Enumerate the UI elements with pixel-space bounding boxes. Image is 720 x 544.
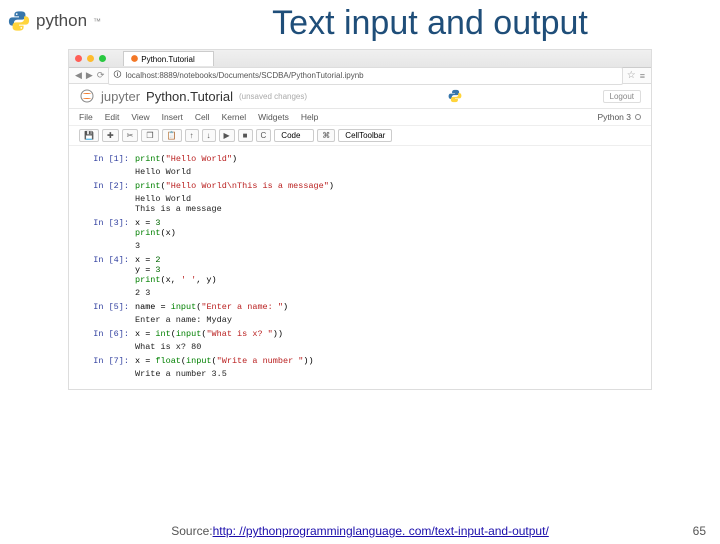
bookmark-icon[interactable]: ☆ (627, 70, 636, 81)
code-input[interactable]: x = 3print(x) (135, 218, 641, 238)
code-cell[interactable]: In [4]:x = 2y = 3print(x, ' ', y) (79, 255, 641, 285)
slide-title: Text input and output (140, 4, 720, 43)
kernel-name: Python 3 (597, 112, 631, 122)
browser-addressbar: ◀ ▶ ⟳ 🛈 localhost:8889/notebooks/Documen… (69, 68, 651, 84)
menu-icon[interactable]: ≡ (640, 71, 645, 81)
output-block: .3 (79, 241, 641, 251)
address-input[interactable]: 🛈 localhost:8889/notebooks/Documents/SCD… (108, 67, 622, 85)
max-dot[interactable] (99, 55, 106, 62)
output-text: Write a number 3.5 (135, 369, 641, 379)
menu-help[interactable]: Help (301, 112, 318, 122)
source-footer: Source: http: //pythonprogramminglanguag… (0, 524, 720, 538)
output-block: .What is x? 80 (79, 342, 641, 352)
min-dot[interactable] (87, 55, 94, 62)
in-prompt: In [1]: (79, 154, 135, 164)
copy-button[interactable]: ❐ (141, 129, 158, 142)
in-prompt: In [7]: (79, 356, 135, 366)
close-dot[interactable] (75, 55, 82, 62)
in-prompt: In [6]: (79, 329, 135, 339)
run-button[interactable]: ▶ (219, 129, 235, 142)
code-input[interactable]: x = int(input("What is x? ")) (135, 329, 641, 339)
address-text: localhost:8889/notebooks/Documents/SCDBA… (126, 71, 364, 80)
jupyter-menubar: File Edit View Insert Cell Kernel Widget… (69, 109, 651, 126)
output-text: Hello World (135, 167, 641, 177)
stop-button[interactable]: ■ (238, 129, 253, 142)
kernel-status-icon (635, 114, 641, 120)
python-logo: python™ (8, 10, 101, 32)
code-input[interactable]: x = float(input("Write a number ")) (135, 356, 641, 366)
code-cell[interactable]: In [3]:x = 3print(x) (79, 218, 641, 238)
logo-text: python (36, 11, 87, 31)
jupyter-header: jupyter Python.Tutorial (unsaved changes… (69, 84, 651, 109)
jupyter-toolbar: 💾 ✚ ✂ ❐ 📋 ↑ ↓ ▶ ■ C Code ⌘ CellToolbar (69, 126, 651, 146)
output-block: .Write a number 3.5 (79, 369, 641, 379)
python-kernel-icon (448, 89, 462, 103)
code-cell[interactable]: In [6]:x = int(input("What is x? ")) (79, 329, 641, 339)
code-cell[interactable]: In [1]:print("Hello World") (79, 154, 641, 164)
restart-button[interactable]: C (256, 129, 272, 142)
add-cell-button[interactable]: ✚ (102, 129, 119, 142)
browser-tab[interactable]: Python.Tutorial (123, 51, 214, 66)
jupyter-icon (79, 88, 95, 104)
browser-titlebar: Python.Tutorial (69, 50, 651, 68)
browser-window: Python.Tutorial ◀ ▶ ⟳ 🛈 localhost:8889/n… (68, 49, 652, 390)
move-up-button[interactable]: ↑ (185, 129, 199, 142)
in-prompt: In [3]: (79, 218, 135, 238)
move-down-button[interactable]: ↓ (202, 129, 216, 142)
output-block: .Hello WorldThis is a message (79, 194, 641, 214)
menu-file[interactable]: File (79, 112, 93, 122)
menu-widgets[interactable]: Widgets (258, 112, 289, 122)
output-text: Hello WorldThis is a message (135, 194, 641, 214)
nav-fwd-icon[interactable]: ▶ (86, 70, 93, 81)
celltoolbar-select[interactable]: CellToolbar (338, 129, 392, 142)
code-input[interactable]: x = 2y = 3print(x, ' ', y) (135, 255, 641, 285)
jupyter-brand: jupyter (101, 89, 140, 104)
save-button[interactable]: 💾 (79, 129, 99, 142)
code-cell[interactable]: In [7]:x = float(input("Write a number "… (79, 356, 641, 366)
nav-reload-icon[interactable]: ⟳ (97, 70, 105, 81)
output-block: .2 3 (79, 288, 641, 298)
output-text: What is x? 80 (135, 342, 641, 352)
nav-back-icon[interactable]: ◀ (75, 70, 82, 81)
code-input[interactable]: name = input("Enter a name: ") (135, 302, 641, 312)
notebook-name[interactable]: Python.Tutorial (146, 89, 233, 104)
output-text: Enter a name: Myday (135, 315, 641, 325)
menu-kernel[interactable]: Kernel (222, 112, 247, 122)
in-prompt: In [2]: (79, 181, 135, 191)
in-prompt: In [4]: (79, 255, 135, 285)
menu-edit[interactable]: Edit (105, 112, 120, 122)
output-text: 2 3 (135, 288, 641, 298)
code-input[interactable]: print("Hello World\nThis is a message") (135, 181, 641, 191)
page-number: 65 (693, 524, 706, 538)
output-text: 3 (135, 241, 641, 251)
celltype-select[interactable]: Code (274, 129, 314, 142)
source-link[interactable]: http: //pythonprogramminglanguage. com/t… (213, 524, 549, 538)
menu-view[interactable]: View (131, 112, 149, 122)
paste-button[interactable]: 📋 (162, 129, 182, 142)
output-block: .Enter a name: Myday (79, 315, 641, 325)
notebook-area: In [1]:print("Hello World") .Hello World I… (69, 146, 651, 389)
python-icon (8, 10, 30, 32)
logout-button[interactable]: Logout (603, 90, 641, 103)
code-input[interactable]: print("Hello World") (135, 154, 641, 164)
in-prompt: In [5]: (79, 302, 135, 312)
cut-button[interactable]: ✂ (122, 129, 139, 142)
code-cell[interactable]: In [2]:print("Hello World\nThis is a mes… (79, 181, 641, 191)
menu-insert[interactable]: Insert (162, 112, 183, 122)
tab-title: Python.Tutorial (141, 55, 195, 64)
info-icon: 🛈 (113, 69, 121, 83)
output-block: .Hello World (79, 167, 641, 177)
code-cell[interactable]: In [5]:name = input("Enter a name: ") (79, 302, 641, 312)
source-label: Source: (171, 524, 212, 538)
command-palette-button[interactable]: ⌘ (317, 129, 335, 142)
save-status: (unsaved changes) (239, 92, 307, 101)
menu-cell[interactable]: Cell (195, 112, 210, 122)
